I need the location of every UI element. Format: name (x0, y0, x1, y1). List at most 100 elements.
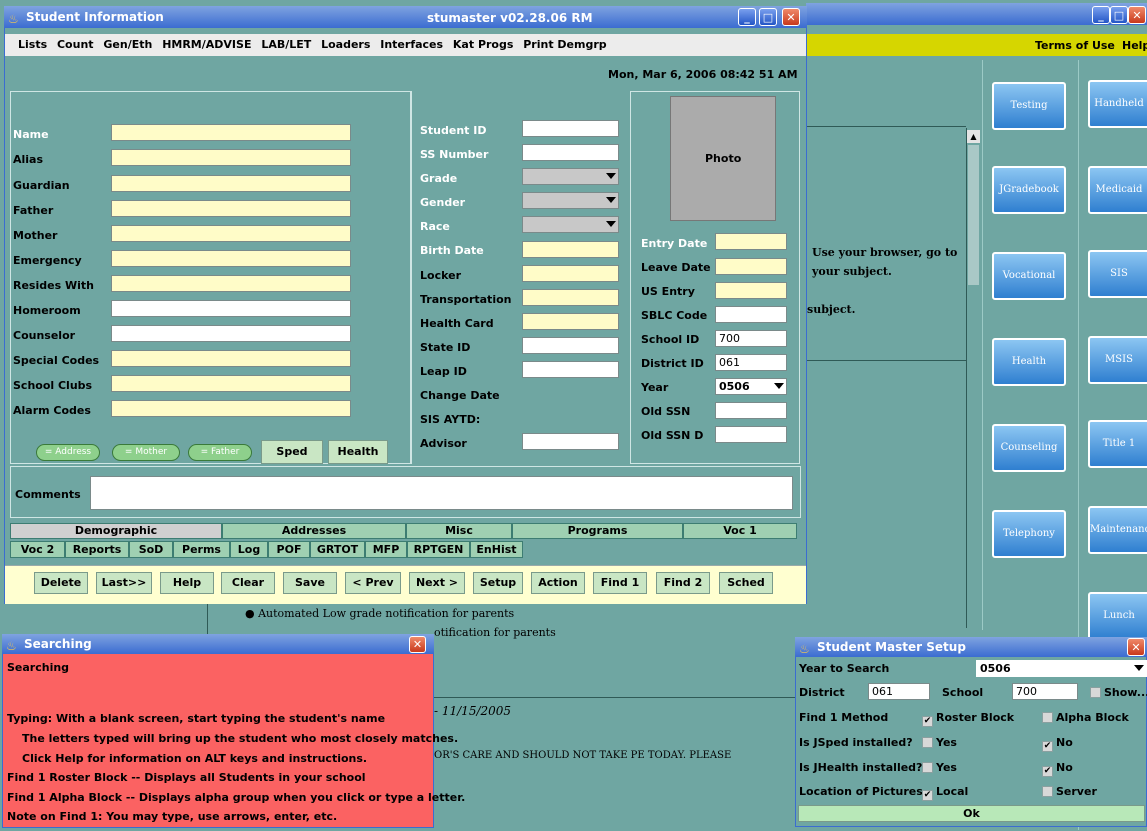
tab-pof[interactable]: POF (268, 541, 310, 558)
jhealth-no-checkbox[interactable]: ✔ No (1042, 761, 1073, 777)
locker-field[interactable] (522, 265, 619, 282)
tab-misc[interactable]: Misc (406, 523, 512, 539)
race-select[interactable] (522, 216, 619, 233)
ok-button[interactable]: Ok (798, 805, 1145, 822)
tab-enhist[interactable]: EnHist (470, 541, 523, 558)
find1-button[interactable]: Find 1 (593, 572, 647, 594)
testing-button[interactable]: Testing (992, 82, 1066, 130)
jhealth-yes-checkbox[interactable]: Yes (922, 761, 957, 774)
close-button[interactable]: ✕ (782, 8, 800, 26)
menu-print-demgrp[interactable]: Print Demgrp (523, 38, 606, 51)
menu-gen-eth[interactable]: Gen/Eth (103, 38, 152, 51)
roster-block-checkbox[interactable]: ✔ Roster Block (922, 711, 1014, 727)
student-id-field[interactable] (522, 120, 619, 137)
comments-field[interactable] (90, 476, 793, 510)
tab-log[interactable]: Log (230, 541, 268, 558)
lunch-button[interactable]: Lunch (1088, 592, 1147, 640)
counselor-field[interactable] (111, 325, 351, 342)
alarm-codes-field[interactable] (111, 400, 351, 417)
health-bg-button[interactable]: Health (992, 338, 1066, 386)
menu-lists[interactable]: Lists (18, 38, 47, 51)
local-checkbox[interactable]: ✔ Local (922, 785, 968, 801)
searching-close-button[interactable]: ✕ (409, 636, 426, 653)
setup-button[interactable]: Setup (473, 572, 523, 594)
tab-rptgen[interactable]: RPTGEN (407, 541, 470, 558)
jsped-no-checkbox[interactable]: ✔ No (1042, 736, 1073, 752)
school-field[interactable]: 700 (1012, 683, 1078, 700)
bg-scroll-thumb[interactable] (968, 145, 979, 285)
health-button[interactable]: Health (328, 440, 388, 464)
old-ssn-field[interactable] (715, 402, 787, 419)
action-button[interactable]: Action (531, 572, 585, 594)
district-id-field[interactable]: 061 (715, 354, 787, 371)
bg-maximize-button[interactable]: □ (1110, 6, 1128, 24)
leap-id-field[interactable] (522, 361, 619, 378)
emergency-field[interactable] (111, 250, 351, 267)
tab-programs[interactable]: Programs (512, 523, 683, 539)
homeroom-field[interactable] (111, 300, 351, 317)
gender-select[interactable] (522, 192, 619, 209)
terms-of-use-link[interactable]: Terms of Use (1035, 39, 1115, 52)
year-select[interactable]: 0506 (715, 378, 787, 395)
menu-lab-let[interactable]: LAB/LET (261, 38, 311, 51)
alpha-block-checkbox[interactable]: Alpha Block (1042, 711, 1129, 724)
help-button[interactable]: Help (160, 572, 214, 594)
special-codes-field[interactable] (111, 350, 351, 367)
title1-button[interactable]: Title 1 (1088, 420, 1147, 468)
mother-field[interactable] (111, 225, 351, 242)
server-checkbox[interactable]: Server (1042, 785, 1097, 798)
sis-button[interactable]: SIS (1088, 250, 1147, 298)
ss-number-field[interactable] (522, 144, 619, 161)
menu-interfaces[interactable]: Interfaces (380, 38, 443, 51)
us-entry-field[interactable] (715, 282, 787, 299)
setup-close-button[interactable]: ✕ (1127, 638, 1145, 656)
mother-pill-button[interactable]: = Mother (112, 444, 180, 461)
delete-button[interactable]: Delete (34, 572, 88, 594)
resides-with-field[interactable] (111, 275, 351, 292)
medicaid-button[interactable]: Medicaid (1088, 166, 1147, 214)
sblc-code-field[interactable] (715, 306, 787, 323)
jgradebook-button[interactable]: JGradebook (992, 166, 1066, 214)
bg-scroll-up[interactable]: ▲ (967, 130, 980, 143)
state-id-field[interactable] (522, 337, 619, 354)
last-button[interactable]: Last>> (96, 572, 152, 594)
minimize-button[interactable]: _ (738, 8, 756, 26)
clear-button[interactable]: Clear (221, 572, 275, 594)
school-clubs-field[interactable] (111, 375, 351, 392)
old-ssn-d-field[interactable] (715, 426, 787, 443)
sched-button[interactable]: Sched (719, 572, 773, 594)
counseling-button[interactable]: Counseling (992, 424, 1066, 472)
advisor-field[interactable] (522, 433, 619, 450)
entry-date-field[interactable] (715, 233, 787, 250)
find2-button[interactable]: Find 2 (656, 572, 710, 594)
year-to-search-select[interactable]: 0506 (976, 660, 1147, 677)
menu-count[interactable]: Count (57, 38, 94, 51)
show-checkbox[interactable]: Show... (1090, 686, 1147, 699)
tab-mfp[interactable]: MFP (365, 541, 407, 558)
prev-button[interactable]: < Prev (345, 572, 401, 594)
tab-sod[interactable]: SoD (129, 541, 173, 558)
menu-loaders[interactable]: Loaders (321, 38, 370, 51)
grade-select[interactable] (522, 168, 619, 185)
tab-reports[interactable]: Reports (65, 541, 129, 558)
bg-close-button[interactable]: ✕ (1128, 6, 1146, 24)
tab-voc2[interactable]: Voc 2 (10, 541, 65, 558)
school-id-field[interactable]: 700 (715, 330, 787, 347)
telephony-button[interactable]: Telephony (992, 510, 1066, 558)
transportation-field[interactable] (522, 289, 619, 306)
tab-perms[interactable]: Perms (173, 541, 230, 558)
next-button[interactable]: Next > (409, 572, 465, 594)
maintenance-button[interactable]: Maintenance (1088, 506, 1147, 554)
tab-addresses[interactable]: Addresses (222, 523, 406, 539)
birth-date-field[interactable] (522, 241, 619, 258)
tab-voc1[interactable]: Voc 1 (683, 523, 797, 539)
msis-button[interactable]: MSIS (1088, 336, 1147, 384)
leave-date-field[interactable] (715, 258, 787, 275)
sped-button[interactable]: Sped (261, 440, 323, 464)
father-field[interactable] (111, 200, 351, 217)
health-card-field[interactable] (522, 313, 619, 330)
vocational-button[interactable]: Vocational (992, 252, 1066, 300)
father-pill-button[interactable]: = Father (188, 444, 252, 461)
bg-minimize-button[interactable]: _ (1092, 6, 1110, 24)
guardian-field[interactable] (111, 175, 351, 192)
